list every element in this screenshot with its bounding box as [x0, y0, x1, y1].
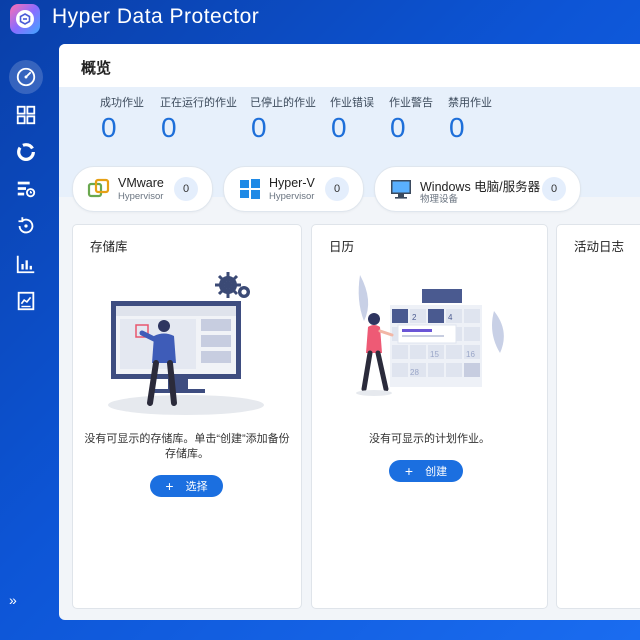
- hypervisor-chip-vmware[interactable]: VMware Hypervisor 0: [72, 166, 213, 212]
- sidebar-nav: »: [0, 42, 52, 640]
- stat-stopped-jobs[interactable]: 已停止的作业 0: [250, 94, 316, 144]
- grid-apps-icon[interactable]: [9, 98, 43, 132]
- hypervisor-count: 0: [542, 177, 566, 201]
- calendar-date: 4: [448, 313, 453, 322]
- hypervisor-chip-hyperv[interactable]: Hyper-V Hypervisor 0: [223, 166, 364, 212]
- hypervisor-type: Hypervisor: [269, 191, 315, 202]
- stat-value: 0: [161, 112, 177, 143]
- calendar-card: 日历 2 4 15 16 28 没有可显示的计划作业。 + 创建: [311, 224, 548, 609]
- empty-message: 没有可显示的存储库。单击“创建”添加备份: [84, 433, 290, 445]
- dashboard-gauge-icon[interactable]: [9, 60, 43, 94]
- stat-value: 0: [251, 112, 267, 143]
- card-title: 活动日志: [574, 240, 625, 254]
- repository-card: 存储库 没有可显示的存储库。单击“创建”添加备份 存储库。 + 选择: [72, 224, 302, 609]
- hypervisor-count: 0: [174, 177, 198, 201]
- pie-storage-icon[interactable]: [9, 135, 43, 169]
- stat-value: 0: [331, 112, 347, 143]
- stat-job-errors[interactable]: 作业错误 0: [330, 94, 374, 144]
- hypervisor-name: Hyper-V: [269, 176, 315, 190]
- empty-message: 没有可显示的计划作业。: [369, 433, 490, 445]
- overview-header: 概览: [59, 44, 640, 87]
- report-icon[interactable]: [9, 284, 43, 318]
- vmware-icon: [87, 177, 111, 201]
- repository-illustration: [108, 272, 264, 415]
- stat-value: 0: [101, 112, 117, 143]
- calendar-date: 2: [412, 313, 417, 322]
- stat-label: 作业错误: [330, 97, 374, 109]
- hypervisor-count: 0: [325, 177, 349, 201]
- select-button-label: 选择: [185, 481, 208, 493]
- stat-running-jobs[interactable]: 正在运行的作业 0: [160, 94, 237, 144]
- create-button[interactable]: + 创建: [389, 460, 463, 482]
- card-title: 日历: [329, 240, 355, 254]
- empty-message: 存储库。: [165, 448, 209, 460]
- monitor-icon: [389, 177, 413, 201]
- app-title: Hyper Data Protector: [52, 5, 260, 28]
- stat-value: 0: [449, 112, 465, 143]
- calendar-illustration: 2 4 15 16 28: [356, 275, 504, 396]
- plus-icon: +: [165, 478, 174, 494]
- stat-job-warnings[interactable]: 作业警告 0: [389, 94, 433, 144]
- restore-icon[interactable]: [9, 209, 43, 243]
- stat-label: 正在运行的作业: [160, 97, 237, 109]
- calendar-date: 16: [466, 350, 475, 359]
- hypervisor-chip-windows-server[interactable]: Windows 电脑/服务器 物理设备 0: [374, 166, 581, 212]
- stat-value: 0: [390, 112, 406, 143]
- stat-label: 禁用作业: [448, 97, 492, 109]
- hypervisor-type: Hypervisor: [118, 191, 164, 202]
- select-button[interactable]: + 选择: [150, 475, 223, 497]
- calendar-date: 15: [430, 350, 439, 359]
- activity-log-card: 活动日志: [556, 224, 640, 609]
- create-button-label: 创建: [425, 466, 448, 478]
- backup-jobs-icon[interactable]: [9, 172, 43, 206]
- stat-success-jobs[interactable]: 成功作业 0: [100, 94, 144, 144]
- stat-label: 已停止的作业: [250, 97, 316, 109]
- plus-icon: +: [404, 463, 414, 479]
- card-title: 存储库: [90, 240, 128, 254]
- app-logo-icon: [10, 4, 40, 34]
- calendar-date: 28: [410, 368, 419, 377]
- stat-label: 作业警告: [389, 97, 433, 109]
- hypervisor-type: 物理设备: [420, 194, 459, 205]
- page-title: 概览: [81, 60, 112, 77]
- title-bar: Hyper Data Protector: [0, 0, 640, 42]
- double-chevron-right-icon[interactable]: »: [9, 592, 27, 610]
- main-panel: 概览 成功作业 0 正在运行的作业 0 已停止的作业 0 作业错误 0 作业警告…: [59, 44, 640, 620]
- hypervisor-name: VMware: [118, 176, 164, 190]
- bar-chart-icon[interactable]: [9, 247, 43, 281]
- windows-icon: [238, 177, 262, 201]
- stat-label: 成功作业: [100, 97, 144, 109]
- stat-disabled-jobs[interactable]: 禁用作业 0: [448, 94, 492, 144]
